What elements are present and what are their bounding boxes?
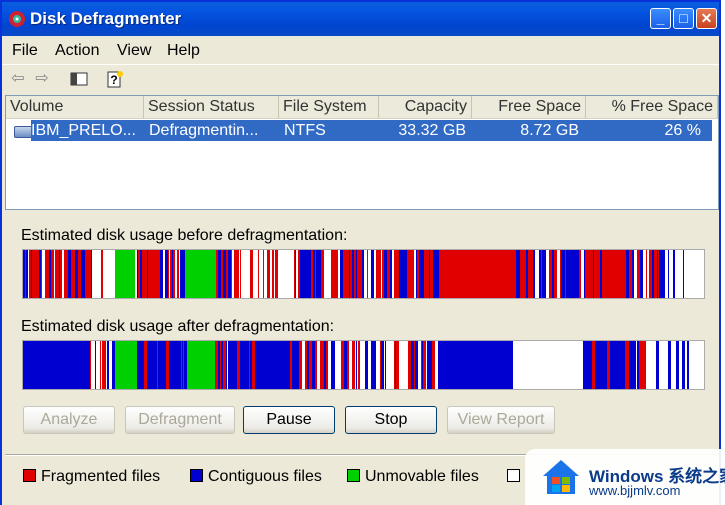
- analyze-button[interactable]: Analyze: [23, 406, 115, 434]
- cell-free-space: 8.72 GB: [520, 122, 579, 139]
- windows-logo-icon: [543, 460, 579, 494]
- maximize-button[interactable]: □: [673, 8, 694, 29]
- menu-bar: File Action View Help: [2, 36, 719, 64]
- defragment-button[interactable]: Defragment: [125, 406, 235, 434]
- view-report-button[interactable]: View Report: [447, 406, 555, 434]
- title-bar[interactable]: Disk Defragmenter _ □ ✕: [2, 2, 719, 36]
- fragmented-legend-swatch: [23, 469, 36, 482]
- cell-capacity: 33.32 GB: [398, 122, 466, 139]
- col-free-space[interactable]: Free Space: [472, 96, 586, 118]
- back-icon[interactable]: ⇦: [8, 69, 28, 89]
- minimize-button[interactable]: _: [650, 8, 671, 29]
- col-capacity[interactable]: Capacity: [379, 96, 472, 118]
- window-title: Disk Defragmenter: [30, 9, 182, 28]
- contiguous-legend-swatch: [190, 469, 203, 482]
- defrag-app-icon: [9, 11, 25, 27]
- cell-file-system: NTFS: [284, 122, 326, 139]
- close-button[interactable]: ✕: [696, 8, 717, 29]
- free-space-legend-swatch: [507, 469, 520, 482]
- before-caption: Estimated disk usage before defragmentat…: [21, 227, 348, 244]
- disk-cluster-band: [701, 341, 704, 389]
- forward-icon[interactable]: ⇨: [32, 69, 52, 89]
- disk-defragmenter-window: Disk Defragmenter _ □ ✕ File Action View…: [0, 0, 721, 505]
- disk-cluster-band: [701, 250, 704, 298]
- watermark-url: www.bjjmlv.com: [589, 483, 681, 498]
- volume-list[interactable]: Volume Session Status File System Capaci…: [5, 95, 719, 210]
- menu-action[interactable]: Action: [55, 42, 99, 60]
- col-pct-free-space[interactable]: % Free Space: [586, 96, 718, 118]
- volume-list-header: Volume Session Status File System Capaci…: [6, 96, 718, 119]
- after-caption: Estimated disk usage after defragmentati…: [21, 318, 335, 335]
- show-hide-console-tree-icon[interactable]: [69, 69, 89, 89]
- unmovable-legend-swatch: [347, 469, 360, 482]
- svg-text:?: ?: [110, 73, 117, 87]
- cell-volume: IBM_PRELO...: [31, 122, 136, 139]
- cell-status: Defragmentin...: [149, 122, 259, 139]
- cell-pct-free: 26 %: [664, 122, 701, 139]
- contiguous-legend-label: Contiguous files: [208, 468, 322, 485]
- menu-file[interactable]: File: [12, 42, 38, 60]
- col-session-status[interactable]: Session Status: [144, 96, 279, 118]
- disk-map-before: [22, 249, 705, 299]
- menu-help[interactable]: Help: [167, 42, 200, 60]
- disk-map-after: [22, 340, 705, 390]
- col-volume[interactable]: Volume: [6, 96, 144, 118]
- site-watermark: Windows 系统之家 www.bjjmlv.com: [525, 449, 725, 505]
- toolbar: ⇦ ⇨ ?: [2, 64, 719, 93]
- pause-button[interactable]: Pause: [243, 406, 335, 434]
- unmovable-legend-label: Unmovable files: [365, 468, 479, 485]
- help-icon[interactable]: ?: [105, 69, 125, 89]
- table-row[interactable]: IBM_PRELO... Defragmentin... NTFS 33.32 …: [31, 120, 712, 141]
- menu-view[interactable]: View: [117, 42, 151, 60]
- stop-button[interactable]: Stop: [345, 406, 437, 434]
- col-file-system[interactable]: File System: [279, 96, 379, 118]
- fragmented-legend-label: Fragmented files: [41, 468, 161, 485]
